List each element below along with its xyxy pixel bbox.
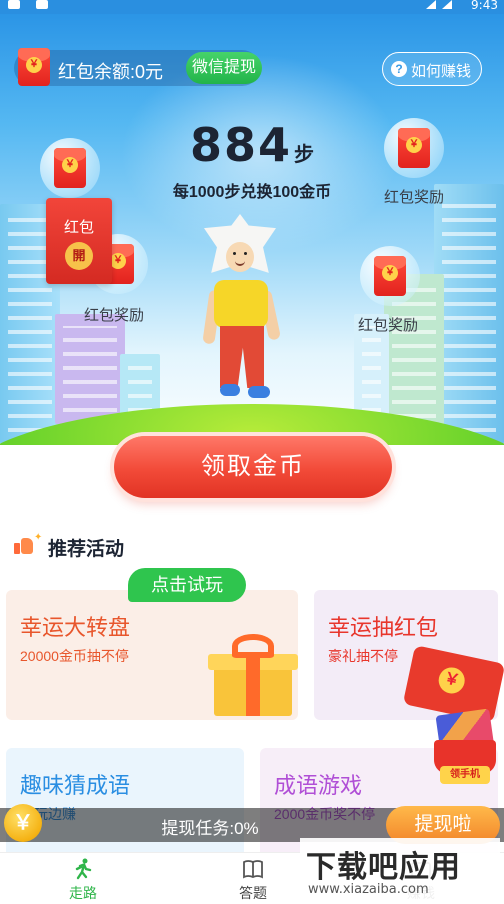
bubble-reward-label: 红包奖励 [358,317,419,334]
wechat-withdraw-button[interactable]: 微信提现 [186,52,262,84]
gift-box-icon [202,632,298,716]
notification-icon [8,0,20,9]
win-phone-tag: 领手机 [440,766,490,784]
tab-quiz-label: 答题 [239,885,267,901]
notification-icons [8,0,48,9]
step-unit: 步 [294,144,315,166]
card-title: 幸运抽红包 [328,615,439,640]
card-title: 幸运大转盘 [20,615,131,640]
status-bar: 9:43 [0,0,504,14]
open-packet-button[interactable]: 開 [65,242,93,270]
red-packet-icon [398,128,430,168]
card-title: 趣味猜成语 [20,773,131,798]
bubble-reward-label: 红包奖励 [84,307,145,324]
how-to-earn-label: 如何赚钱 [411,63,472,80]
red-packet-bubble[interactable] [40,138,100,198]
watermark-title: 下载吧应用 [306,851,461,884]
watermark-url: www.xiazaiba.com [308,882,429,897]
thumbs-up-icon [14,536,34,554]
wifi-icon [426,0,436,9]
open-packet-title: 红包 [63,219,94,236]
claim-coins-button[interactable]: 领取金币 [114,436,392,498]
bubble-reward-label: 红包奖励 [384,189,445,206]
how-to-earn-button[interactable]: ? 如何赚钱 [382,52,482,86]
step-count: 884 [189,118,293,172]
sparkle-icon: ✦ [34,532,43,543]
notification-icon [36,0,48,9]
signal-icon [442,0,452,9]
watermark: 下载吧应用 www.xiazaiba.com [300,838,500,904]
status-time: 9:43 [471,0,498,12]
walking-character [200,214,282,404]
card-title: 成语游戏 [274,773,363,798]
card-subtitle: 20000金币抽不停 [20,648,129,664]
lucky-wheel-card[interactable]: 幸运大转盘 20000金币抽不停 [6,590,298,720]
red-packet-bubble[interactable] [384,118,444,178]
red-packet-icon [54,148,86,188]
balance-label: 红包余额:0元 [58,62,164,82]
tab-quiz[interactable]: 答题 [190,853,316,904]
red-packet-icon [374,256,406,296]
section-title: 推荐活动 [48,539,125,560]
win-phone-ad[interactable]: 领手机 [432,708,498,788]
question-icon: ? [391,61,407,77]
red-packet-bubble[interactable] [360,246,420,306]
withdraw-task-progress: 提现任务:0% [161,819,259,838]
system-icons [426,0,452,9]
walk-icon [75,858,92,880]
coin-icon[interactable]: ￥ [4,804,42,842]
building [55,314,125,424]
open-red-packet[interactable]: 红包 開 [46,198,112,284]
tab-walk[interactable]: 走路 [20,853,146,904]
card-subtitle: 豪礼抽不停 [328,648,398,664]
building [434,184,504,444]
red-packet-icon [16,46,52,88]
book-icon [243,860,263,879]
tab-walk-label: 走路 [69,885,97,901]
try-play-badge[interactable]: 点击试玩 [128,568,246,602]
